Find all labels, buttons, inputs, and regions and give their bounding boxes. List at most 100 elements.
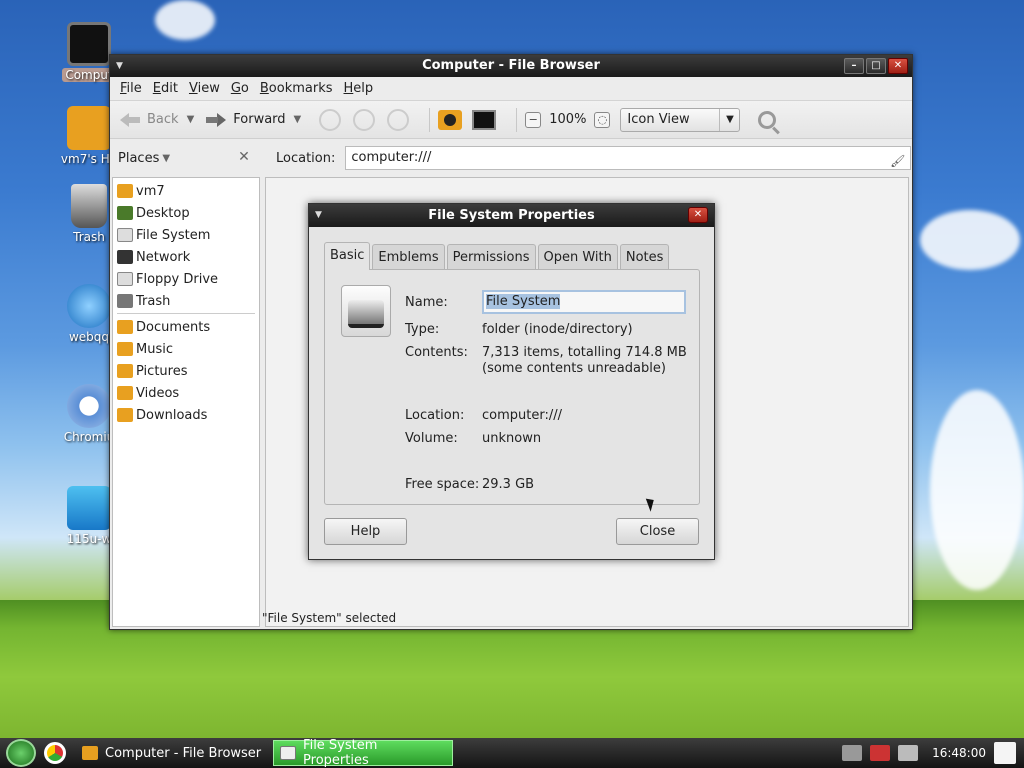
forward-arrow-icon [204, 111, 228, 129]
tab-notes[interactable]: Notes [619, 244, 670, 270]
keyboard-icon[interactable] [842, 745, 863, 761]
search-icon[interactable] [758, 110, 777, 129]
contents-label: Contents: [405, 345, 468, 360]
clear-brush-icon[interactable]: 🖌 [890, 150, 905, 172]
menu-bookmarks[interactable]: Bookmarks [260, 81, 333, 96]
back-button[interactable]: Back [118, 111, 179, 129]
places-label: Places [118, 150, 160, 166]
window-titlebar[interactable]: ▼ Computer - File Browser – □ ✕ [110, 55, 912, 77]
toolbar-separator [516, 107, 518, 132]
computer-icon[interactable] [472, 109, 497, 130]
sidebar-item-downloads[interactable]: Downloads [113, 404, 259, 426]
help-button-label: Help [350, 524, 381, 539]
sidebar-item-pictures[interactable]: Pictures [113, 360, 259, 382]
start-menu-button[interactable] [6, 739, 36, 767]
harddrive-icon [341, 285, 391, 337]
menu-edit[interactable]: Edit [153, 81, 178, 96]
dialog-close-icon[interactable]: ✕ [688, 207, 708, 223]
forward-button[interactable]: Forward [204, 111, 286, 129]
dialog-menu-icon[interactable]: ▼ [315, 204, 322, 227]
sidebar-item-music[interactable]: Music [113, 338, 259, 360]
dialog-titlebar[interactable]: ▼ File System Properties ✕ [309, 204, 714, 227]
location-input[interactable]: computer:/// 🖌 [345, 146, 912, 172]
type-row: Type: folder (inode/directory) [405, 322, 633, 337]
zoom-reset-button[interactable]: ◌ [594, 111, 611, 128]
location-bar: Location: computer:/// 🖌 [270, 141, 912, 175]
toolbar: Back ▼ Forward ▼ − 100% ◌ Icon View ▼ [110, 101, 912, 139]
menu-view[interactable]: View [189, 81, 220, 96]
up-icon[interactable] [319, 108, 342, 131]
back-label: Back [147, 112, 179, 127]
sidebar-item-videos[interactable]: Videos [113, 382, 259, 404]
network-status-icon[interactable] [870, 745, 891, 761]
window-title: Computer - File Browser [422, 58, 600, 73]
sidebar-item-vm7[interactable]: vm7 [113, 180, 259, 202]
contents-row: Contents: 7,313 items, totalling 714.8 M… [405, 345, 687, 376]
menubar: File Edit View Go Bookmarks Help [110, 77, 912, 101]
name-value: File System [486, 294, 561, 309]
close-button-label: Close [639, 524, 676, 539]
sidebar-item-floppy[interactable]: Floppy Drive [113, 268, 259, 290]
desktop-icon-label: 115u-w [66, 532, 112, 546]
contents-value: 7,313 items, totalling 714.8 MB [482, 345, 687, 360]
close-sidebar-icon[interactable]: ✕ [236, 150, 252, 166]
chevron-down-icon: ▼ [719, 108, 739, 131]
trash-icon [117, 294, 133, 308]
show-desktop-button[interactable] [994, 742, 1016, 764]
free-space-value: 29.3 GB [482, 477, 535, 492]
forward-history-chevron-icon[interactable]: ▼ [294, 114, 302, 125]
desktop-icon [117, 206, 133, 220]
name-input[interactable]: File System [482, 290, 686, 314]
task-file-browser[interactable]: Computer - File Browser [76, 740, 267, 766]
view-mode-select[interactable]: Icon View ▼ [620, 107, 741, 132]
reload-icon[interactable] [387, 108, 410, 131]
type-value: folder (inode/directory) [482, 322, 633, 337]
task-properties[interactable]: File System Properties [273, 738, 454, 768]
menu-file[interactable]: File [120, 81, 142, 96]
sidebar-item-desktop[interactable]: Desktop [113, 202, 259, 224]
desktop-icon-label: webqq [68, 330, 110, 344]
zoom-out-button[interactable]: − [525, 111, 542, 128]
volume-label: Volume: [405, 431, 458, 446]
cloud [920, 210, 1020, 270]
stop-icon[interactable] [353, 108, 376, 131]
sidebar-item-label: Music [136, 341, 173, 357]
tab-basic[interactable]: Basic [324, 242, 371, 270]
sidebar-item-label: Network [136, 249, 191, 265]
close-button[interactable]: Close [616, 518, 699, 545]
drive-icon [280, 746, 297, 760]
menu-go[interactable]: Go [231, 81, 249, 96]
tab-emblems[interactable]: Emblems [372, 244, 445, 270]
back-history-chevron-icon[interactable]: ▼ [187, 114, 195, 125]
desktop-icon-label: Comput [62, 68, 116, 82]
sidebar-item-file-system[interactable]: File System [113, 224, 259, 246]
minimize-button[interactable]: – [844, 58, 864, 74]
home-icon[interactable] [438, 109, 463, 130]
tab-permissions[interactable]: Permissions [446, 244, 536, 270]
window-menu-icon[interactable]: ▼ [116, 55, 123, 77]
zoom-level: 100% [549, 112, 587, 127]
desktop-icon-label: Trash [73, 230, 105, 244]
window-close-button[interactable]: ✕ [888, 58, 908, 74]
folder-icon [117, 320, 133, 334]
name-row: Name: File System [405, 290, 686, 314]
sidebar-item-label: Pictures [136, 363, 188, 379]
sidebar-separator [117, 313, 255, 315]
tab-open-with[interactable]: Open With [537, 244, 618, 270]
system-tray: 16:48:00 [842, 742, 1024, 764]
sidebar-item-trash[interactable]: Trash [113, 290, 259, 312]
help-button[interactable]: Help [324, 518, 407, 545]
folder-icon [117, 386, 133, 400]
location-prop-value: computer:/// [482, 408, 562, 423]
folder-icon [117, 342, 133, 356]
home-folder-icon [67, 106, 111, 150]
location-label: Location: [276, 150, 336, 166]
maximize-button[interactable]: □ [866, 58, 886, 74]
chevron-down-icon: ▼ [162, 152, 171, 164]
menu-help[interactable]: Help [344, 81, 374, 96]
sidebar-item-label: Documents [136, 319, 211, 335]
sidebar-item-network[interactable]: Network [113, 246, 259, 268]
sidebar-item-documents[interactable]: Documents [113, 316, 259, 338]
chromium-launcher-icon[interactable] [44, 742, 66, 764]
volume-icon[interactable] [898, 745, 919, 761]
